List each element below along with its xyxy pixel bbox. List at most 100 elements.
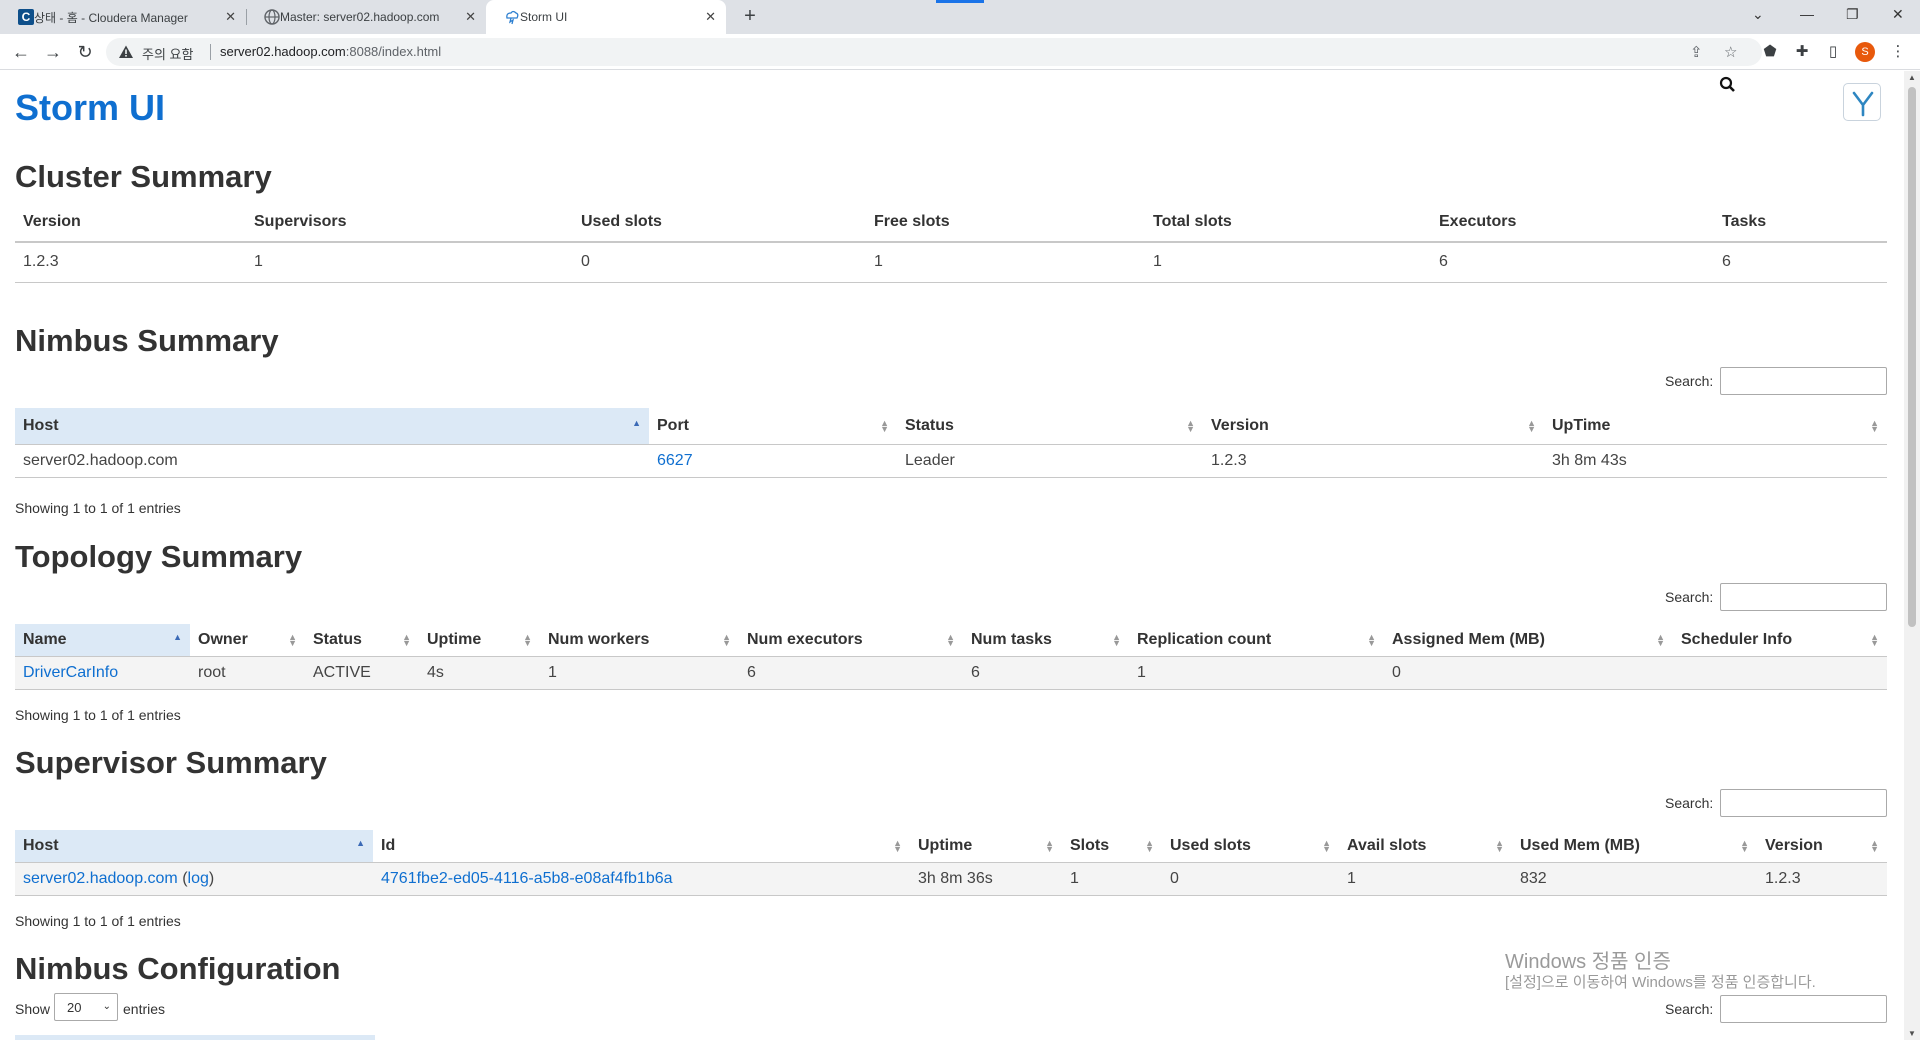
table-cell: 4s: [419, 656, 540, 690]
supervisor-id-link[interactable]: 4761fbe2-ed05-4116-a5b8-e08af4fb1b6a: [381, 870, 673, 887]
column-header-port[interactable]: Port ▲ ▼: [649, 408, 897, 445]
column-header-label: Name: [23, 630, 67, 648]
profile-avatar[interactable]: S: [1855, 42, 1875, 62]
column-header-host[interactable]: Host ▲: [15, 830, 373, 863]
scroll-up-icon[interactable]: ▲: [1908, 73, 1916, 82]
table-cell: DriverCarInfo: [15, 656, 190, 690]
column-header-num-executors[interactable]: Num executors ▲ ▼: [739, 624, 963, 657]
restore-icon[interactable]: ❐: [1846, 6, 1859, 23]
scrollbar-thumb[interactable]: [1908, 87, 1916, 627]
column-header-used-mem[interactable]: Used Mem (MB) ▲ ▼: [1512, 830, 1757, 863]
column-header-assigned-mem[interactable]: Assigned Mem (MB) ▲ ▼: [1384, 624, 1673, 657]
share-icon[interactable]: ⇪: [1690, 43, 1703, 61]
supervisor-search-input[interactable]: [1720, 789, 1887, 817]
extensions-puzzle-icon[interactable]: ✚: [1792, 42, 1812, 62]
reload-icon[interactable]: ↻: [75, 42, 95, 62]
column-header-label: Num workers: [548, 630, 650, 648]
column-header-uptime[interactable]: Uptime ▲ ▼: [419, 624, 540, 657]
table-cell: 1: [1145, 242, 1431, 283]
column-header: Free slots: [866, 202, 1145, 243]
side-panel-icon[interactable]: ▯: [1823, 42, 1843, 62]
bookmark-star-icon[interactable]: ☆: [1724, 43, 1737, 61]
tab-close-icon[interactable]: ✕: [225, 9, 236, 25]
sort-icon: ▲ ▼: [1870, 418, 1879, 434]
supervisor-summary-heading: Supervisor Summary: [15, 745, 327, 780]
column-header-avail-slots[interactable]: Avail slots ▲ ▼: [1339, 830, 1512, 863]
url-text[interactable]: server02.hadoop.com:8088/index.html: [220, 44, 441, 59]
page-size-select[interactable]: 20 ⌄: [54, 993, 118, 1021]
new-tab-button[interactable]: +: [738, 5, 762, 29]
column-header-status[interactable]: Status ▲ ▼: [897, 408, 1203, 445]
column-header-used-slots[interactable]: Used slots ▲ ▼: [1162, 830, 1339, 863]
column-header-scheduler-info[interactable]: Scheduler Info ▲ ▼: [1673, 624, 1887, 657]
table-cell: 6: [1431, 242, 1714, 283]
nimbus-search-input[interactable]: [1720, 367, 1887, 395]
sort-icon: ▲ ▼: [1045, 838, 1054, 854]
windows-activation-subtitle: [설정]으로 이동하여 Windows를 정품 인증합니다.: [1505, 974, 1816, 991]
topology-entries-info: Showing 1 to 1 of 1 entries: [15, 707, 181, 723]
column-header-host[interactable]: Host ▲: [15, 408, 649, 445]
table-cell: 832: [1512, 862, 1757, 896]
security-warning-text[interactable]: 주의 요함: [142, 44, 193, 63]
column-header-name[interactable]: Name ▲: [15, 624, 190, 657]
extension-shield-icon[interactable]: ⬟: [1760, 42, 1780, 62]
sort-icon: ▲ ▼: [1656, 632, 1665, 648]
globe-icon: [264, 9, 280, 25]
column-header-slots[interactable]: Slots ▲ ▼: [1062, 830, 1162, 863]
supervisor-log-link[interactable]: log: [188, 870, 209, 887]
column-header-owner[interactable]: Owner ▲ ▼: [190, 624, 305, 657]
column-header-label: Status: [313, 630, 362, 648]
column-header-num-workers[interactable]: Num workers ▲ ▼: [540, 624, 739, 657]
nimbus-port-link[interactable]: 6627: [657, 452, 693, 469]
column-header-uptime[interactable]: Uptime ▲ ▼: [910, 830, 1062, 863]
column-header-status[interactable]: Status ▲ ▼: [305, 624, 419, 657]
page-scrollbar[interactable]: ▲ ▼: [1904, 71, 1920, 1040]
sort-icon: ▲ ▼: [288, 632, 297, 648]
topology-search-input[interactable]: [1720, 583, 1887, 611]
windows-activation-title: Windows 정품 인증: [1505, 951, 1671, 973]
warning-icon: [119, 45, 133, 58]
column-header-label: Scheduler Info: [1681, 630, 1793, 648]
column-header-label: UpTime: [1552, 416, 1611, 434]
column-header-label: Version: [1211, 416, 1269, 434]
column-header-version[interactable]: Version ▲ ▼: [1203, 408, 1544, 445]
config-search-input[interactable]: [1720, 995, 1887, 1023]
table-cell: 1: [866, 242, 1145, 283]
yarn-logo-icon[interactable]: [1843, 83, 1881, 121]
tab-storm-ui[interactable]: Storm UI ✕: [486, 0, 726, 34]
tab-search-icon[interactable]: ⌄: [1752, 6, 1764, 23]
storm-favicon-icon: [506, 10, 519, 25]
column-header-replication-count[interactable]: Replication count ▲ ▼: [1129, 624, 1384, 657]
scroll-down-icon[interactable]: ▼: [1908, 1029, 1916, 1038]
close-window-icon[interactable]: ✕: [1892, 6, 1904, 23]
supervisor-host-link[interactable]: server02.hadoop.com: [23, 870, 178, 887]
search-icon[interactable]: [1718, 75, 1738, 95]
config-table-header-strip: [15, 1035, 375, 1040]
topology-name-link[interactable]: DriverCarInfo: [23, 664, 118, 681]
tab-cloudera-manager[interactable]: C 상태 - 홈 - Cloudera Manager ✕: [0, 0, 246, 34]
forward-icon[interactable]: →: [43, 42, 63, 62]
tab-close-icon[interactable]: ✕: [705, 9, 716, 25]
topology-summary-heading: Topology Summary: [15, 539, 303, 574]
sort-asc-icon: ▲: [632, 418, 641, 428]
column-header: Tasks: [1714, 202, 1887, 243]
tab-hbase-master[interactable]: Master: server02.hadoop.com ✕: [246, 0, 486, 34]
column-header-label: Num executors: [747, 630, 863, 648]
tab-close-icon[interactable]: ✕: [465, 9, 476, 25]
sort-asc-icon: ▲: [173, 632, 182, 642]
column-header-id[interactable]: Id ▲ ▼: [373, 830, 910, 863]
search-label: Search:: [1665, 1001, 1714, 1017]
minimize-icon[interactable]: —: [1800, 6, 1814, 22]
column-header-version[interactable]: Version ▲ ▼: [1757, 830, 1887, 863]
more-menu-icon[interactable]: ⋮: [1888, 42, 1908, 62]
sort-icon: ▲ ▼: [1870, 632, 1879, 648]
column-header-num-tasks[interactable]: Num tasks ▲ ▼: [963, 624, 1129, 657]
back-icon[interactable]: ←: [11, 42, 31, 62]
column-header-uptime[interactable]: UpTime ▲ ▼: [1544, 408, 1887, 445]
sort-icon: ▲ ▼: [1145, 838, 1154, 854]
url-host: server02.hadoop.com: [220, 44, 346, 59]
address-bar[interactable]: 주의 요함 server02.hadoop.com:8088/index.htm…: [106, 38, 1762, 66]
table-cell: 0: [573, 242, 866, 283]
nimbus-summary-heading: Nimbus Summary: [15, 323, 279, 358]
table-cell: 1.2.3: [1203, 444, 1544, 478]
